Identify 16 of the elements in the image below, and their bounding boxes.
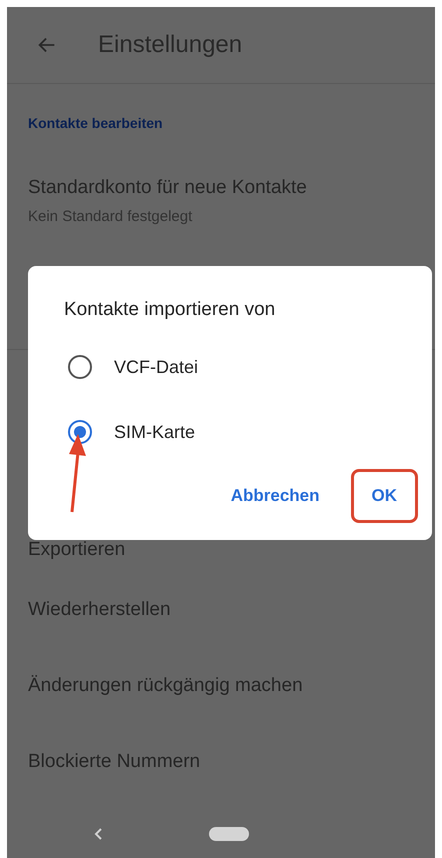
option-label: SIM-Karte xyxy=(114,420,196,444)
radio-option[interactable]: VCF-Datei xyxy=(28,334,432,400)
radio-button[interactable] xyxy=(68,355,92,379)
section-header: Kontakte bearbeiten xyxy=(28,114,163,132)
dialog-button[interactable]: OK xyxy=(350,468,418,522)
option-label: VCF-Datei xyxy=(114,356,198,378)
setting-title[interactable]: Exportieren xyxy=(28,536,414,564)
setting-title[interactable]: Standardkonto für neue Kontakte xyxy=(28,174,414,202)
setting-title[interactable]: Blockierte Nummern xyxy=(28,748,414,776)
setting-title[interactable]: Wiederherstellen xyxy=(28,596,414,624)
dialog-button[interactable]: Abbrechen xyxy=(220,468,330,522)
home-pill[interactable] xyxy=(209,826,249,840)
dialog-title: Kontakte importieren von xyxy=(64,298,276,322)
nav-back-icon[interactable] xyxy=(93,828,103,840)
setting-title[interactable]: Änderungen rückgängig machen xyxy=(28,672,414,700)
screen-title: Einstellungen xyxy=(98,30,242,60)
